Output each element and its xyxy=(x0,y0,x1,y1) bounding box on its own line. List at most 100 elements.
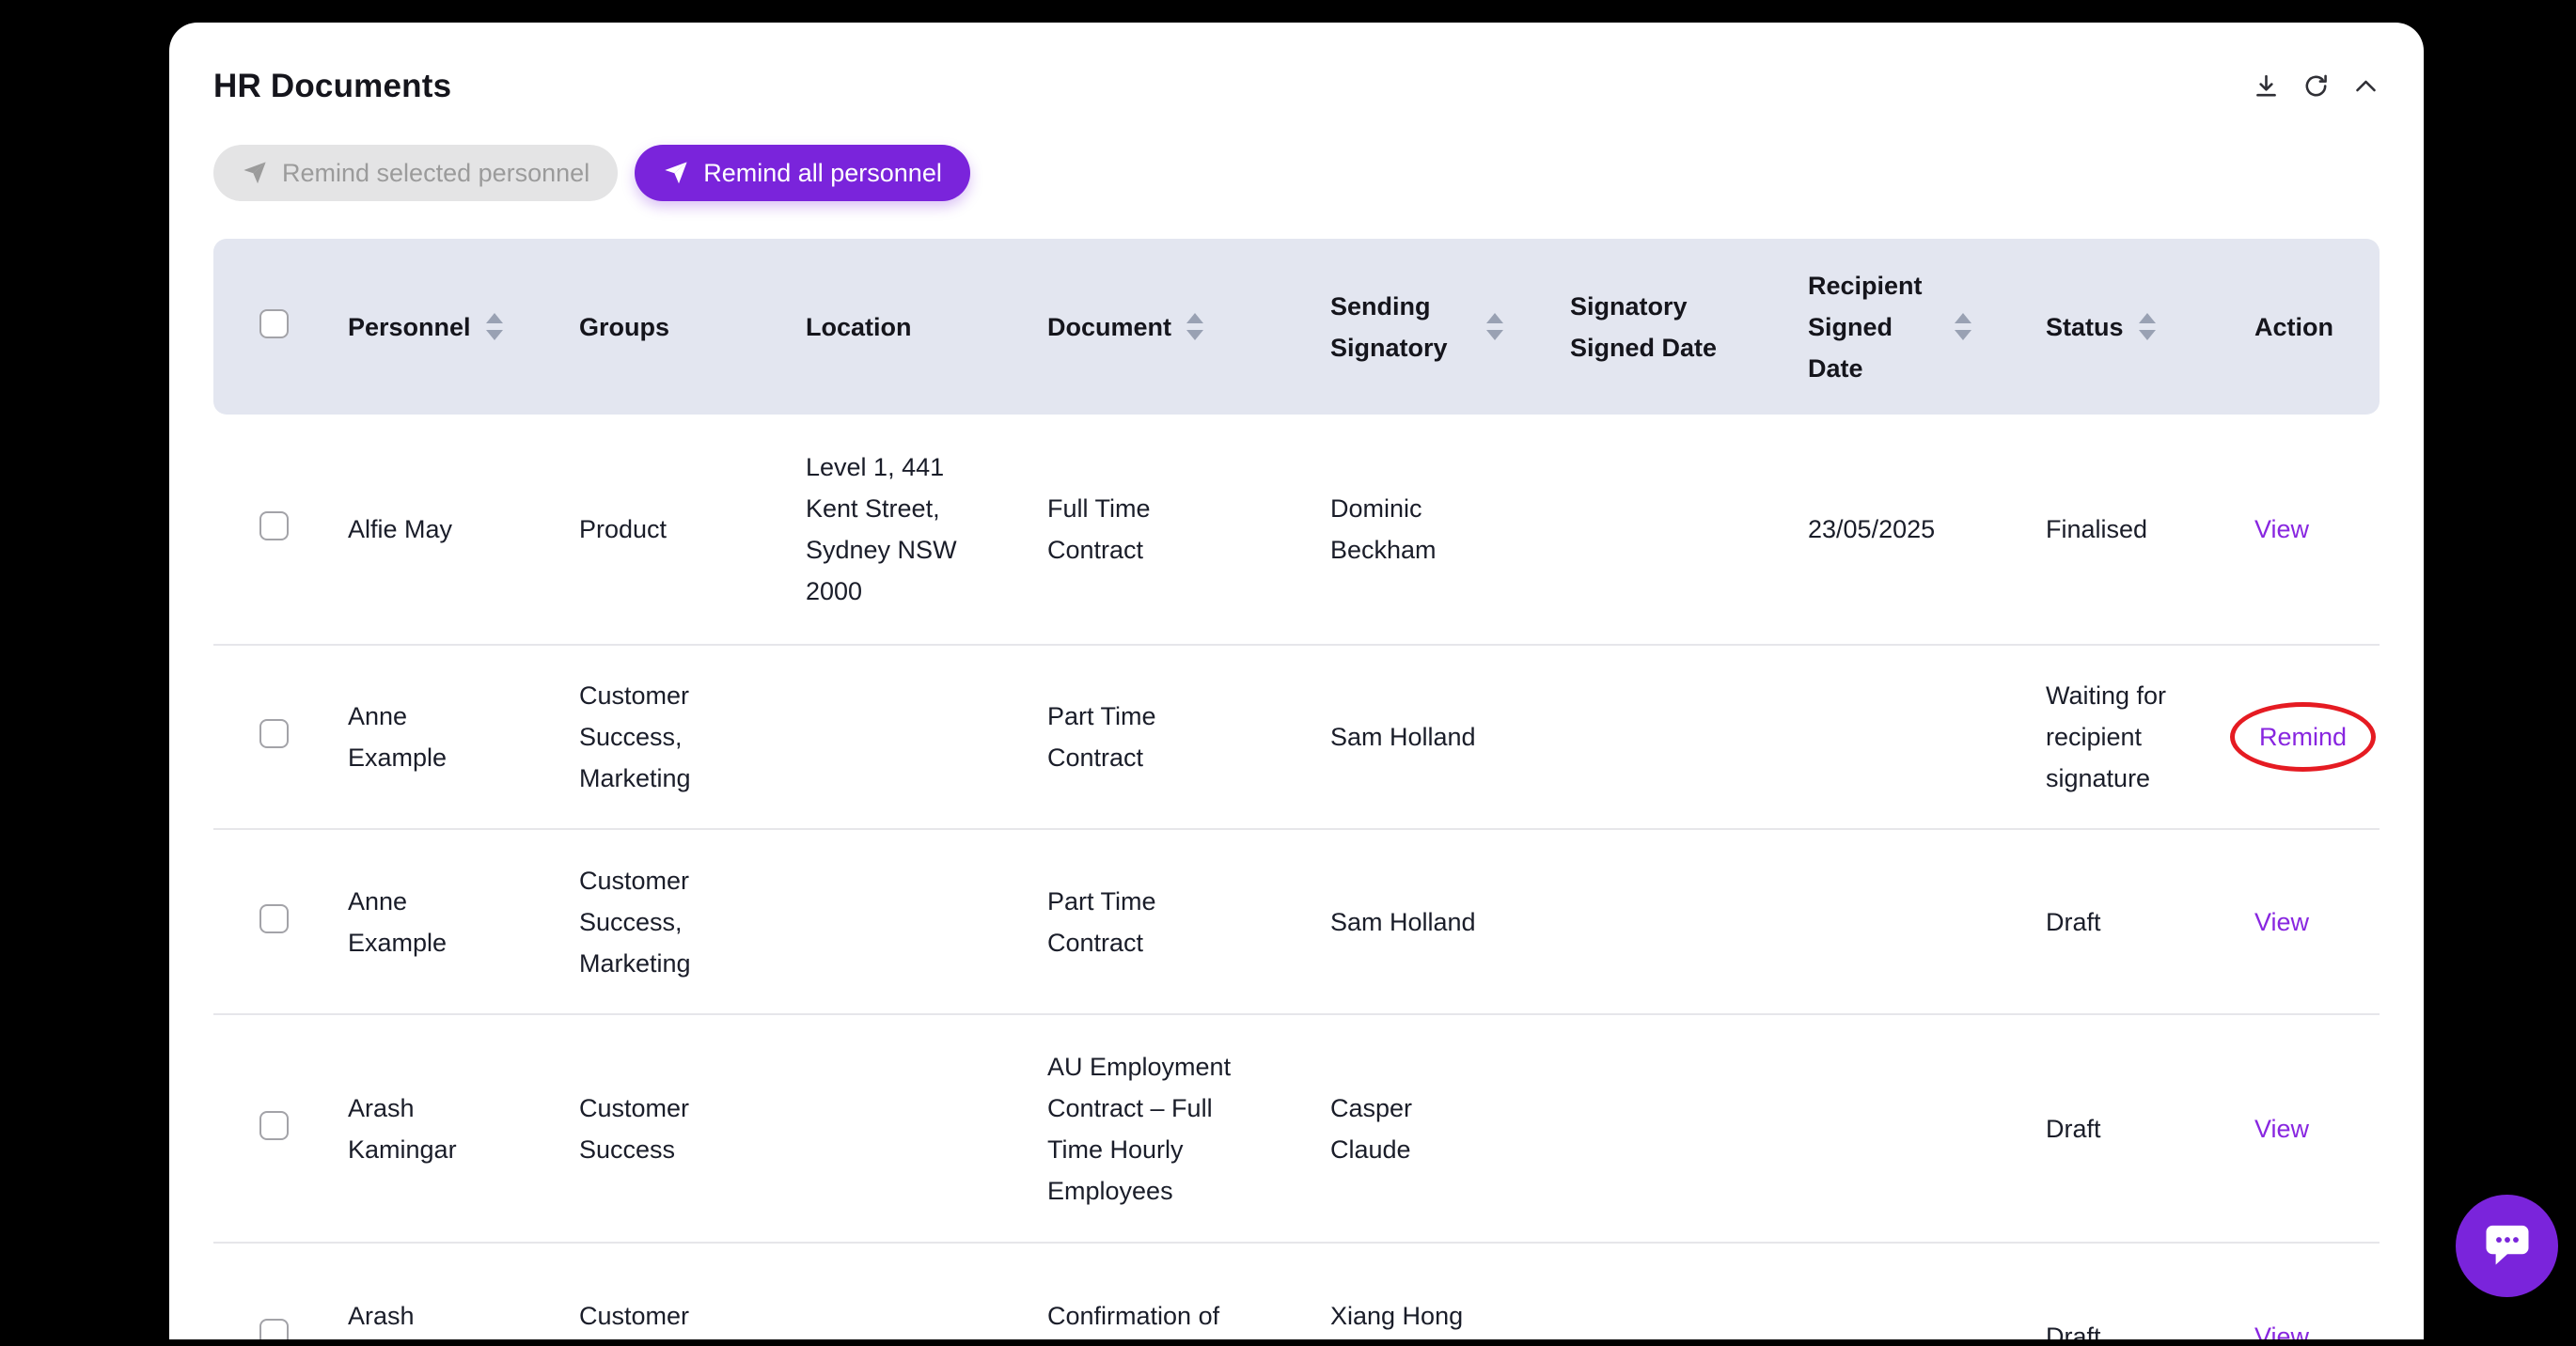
cell-recipient-signed-date xyxy=(1795,646,2033,830)
table-row: Anne Example Customer Success, Marketing… xyxy=(213,646,2380,830)
refresh-icon[interactable] xyxy=(2301,71,2331,101)
select-all-checkbox[interactable] xyxy=(259,309,289,338)
cell-location xyxy=(793,1015,1034,1244)
header-label: Sending Signatory xyxy=(1330,286,1471,368)
cell-location: Level 1, 441 Kent Street, Sydney NSW 200… xyxy=(793,415,1034,646)
cell-sending-signatory: Sam Holland xyxy=(1317,830,1557,1015)
cell-groups: Customer Success, Marketing xyxy=(566,830,793,1015)
cell-status: Finalised xyxy=(2033,415,2241,646)
download-icon[interactable] xyxy=(2252,71,2281,101)
cell-signatory-signed-date xyxy=(1557,1244,1795,1346)
cell-recipient-signed-date: 23/05/2025 xyxy=(1795,415,2033,646)
row-checkbox[interactable] xyxy=(259,904,289,933)
header-personnel: Personnel xyxy=(335,239,566,415)
table-row: Alfie May Product Level 1, 441 Kent Stre… xyxy=(213,415,2380,646)
panel-header-icons xyxy=(2252,71,2380,101)
table-row: Anne Example Customer Success, Marketing… xyxy=(213,830,2380,1015)
groups-text: Product xyxy=(579,509,667,550)
row-select-cell xyxy=(213,415,335,646)
header-sending-signatory: Sending Signatory xyxy=(1317,239,1557,415)
personnel-text: Arash Kamingar xyxy=(348,1088,489,1170)
hr-documents-panel: HR Documents Remind selected personn xyxy=(169,23,2424,1346)
header-location: Location xyxy=(793,239,1034,415)
groups-text: Customer Success, Marketing xyxy=(579,675,753,799)
row-checkbox[interactable] xyxy=(259,1111,289,1140)
cell-personnel: Arash Kamingar xyxy=(335,1015,566,1244)
cell-document: Confirmation of Salary Raise xyxy=(1034,1244,1317,1346)
cell-signatory-signed-date xyxy=(1557,830,1795,1015)
cell-location xyxy=(793,646,1034,830)
cell-groups: Customer Success xyxy=(566,1244,793,1346)
cell-signatory-signed-date xyxy=(1557,646,1795,830)
row-checkbox[interactable] xyxy=(259,511,289,540)
cell-status: Draft xyxy=(2033,1244,2241,1346)
status-text: Finalised xyxy=(2046,509,2147,550)
cell-document: Full Time Contract xyxy=(1034,415,1317,646)
status-text: Waiting for recipient signature xyxy=(2046,675,2238,799)
remind-selected-label: Remind selected personnel xyxy=(282,159,589,188)
chat-launcher-button[interactable] xyxy=(2456,1195,2558,1297)
cell-action: View xyxy=(2241,830,2380,1015)
row-checkbox[interactable] xyxy=(259,1319,289,1346)
cell-personnel: Anne Example xyxy=(335,646,566,830)
header-signatory-signed-date: Signatory Signed Date xyxy=(1557,239,1795,415)
document-text: AU Employment Contract – Full Time Hourl… xyxy=(1047,1046,1249,1212)
row-checkbox[interactable] xyxy=(259,719,289,748)
personnel-text: Alfie May xyxy=(348,509,452,550)
recipient-signed-date-text: 23/05/2025 xyxy=(1808,509,1935,550)
status-text: Draft xyxy=(2046,1108,2101,1150)
action-remind-link[interactable]: Remind xyxy=(2259,723,2347,751)
action-view-link[interactable]: View xyxy=(2254,1323,2309,1346)
personnel-text: Arash Kamingar xyxy=(348,1295,489,1346)
cell-location xyxy=(793,1244,1034,1346)
cell-action: View xyxy=(2241,1015,2380,1244)
document-text: Confirmation of Salary Raise xyxy=(1047,1295,1249,1346)
header-document: Document xyxy=(1034,239,1317,415)
cell-status: Draft xyxy=(2033,830,2241,1015)
collapse-icon[interactable] xyxy=(2351,71,2380,101)
cell-sending-signatory: Casper Claude xyxy=(1317,1015,1557,1244)
row-select-cell xyxy=(213,646,335,830)
sort-arrows-icon[interactable] xyxy=(2139,313,2156,340)
sort-arrows-icon[interactable] xyxy=(1186,313,1203,340)
sort-arrows-icon[interactable] xyxy=(486,313,503,340)
location-text: Level 1, 441 Kent Street, Sydney NSW 200… xyxy=(806,446,994,612)
row-select-cell xyxy=(213,1015,335,1244)
document-text: Part Time Contract xyxy=(1047,881,1249,963)
remind-selected-button[interactable]: Remind selected personnel xyxy=(213,145,618,201)
cell-action: Remind xyxy=(2241,646,2380,830)
remind-all-button[interactable]: Remind all personnel xyxy=(635,145,970,201)
header-label: Signatory Signed Date xyxy=(1570,286,1735,368)
cell-status: Draft xyxy=(2033,1015,2241,1244)
row-select-cell xyxy=(213,1244,335,1346)
cell-groups: Customer Success xyxy=(566,1015,793,1244)
cell-groups: Product xyxy=(566,415,793,646)
cell-status: Waiting for recipient signature xyxy=(2033,646,2241,830)
status-text: Draft xyxy=(2046,901,2101,943)
header-label: Action xyxy=(2254,306,2333,348)
groups-text: Customer Success xyxy=(579,1088,753,1170)
header-label: Personnel xyxy=(348,306,471,348)
header-label: Status xyxy=(2046,306,2124,348)
table-header-row: Personnel Groups Location Document xyxy=(213,239,2380,415)
page-title: HR Documents xyxy=(213,68,2380,105)
sort-arrows-icon[interactable] xyxy=(1486,313,1503,340)
action-view-link[interactable]: View xyxy=(2254,908,2309,936)
cell-sending-signatory: Sam Holland xyxy=(1317,646,1557,830)
document-text: Full Time Contract xyxy=(1047,488,1249,571)
sending-signatory-text: Xiang Hong Ong xyxy=(1330,1295,1485,1346)
sort-arrows-icon[interactable] xyxy=(1955,313,1971,340)
sending-signatory-text: Dominic Beckham xyxy=(1330,488,1485,571)
annotation-ellipse: Remind xyxy=(2230,702,2376,772)
table-row: Arash Kamingar Customer Success Confirma… xyxy=(213,1244,2380,1346)
header-label: Groups xyxy=(579,306,669,348)
sending-signatory-text: Sam Holland xyxy=(1330,901,1476,943)
cell-personnel: Alfie May xyxy=(335,415,566,646)
send-icon xyxy=(663,160,689,186)
cell-location xyxy=(793,830,1034,1015)
personnel-text: Anne Example xyxy=(348,881,489,963)
cell-signatory-signed-date xyxy=(1557,1015,1795,1244)
cell-recipient-signed-date xyxy=(1795,830,2033,1015)
action-view-link[interactable]: View xyxy=(2254,515,2309,543)
action-view-link[interactable]: View xyxy=(2254,1115,2309,1143)
